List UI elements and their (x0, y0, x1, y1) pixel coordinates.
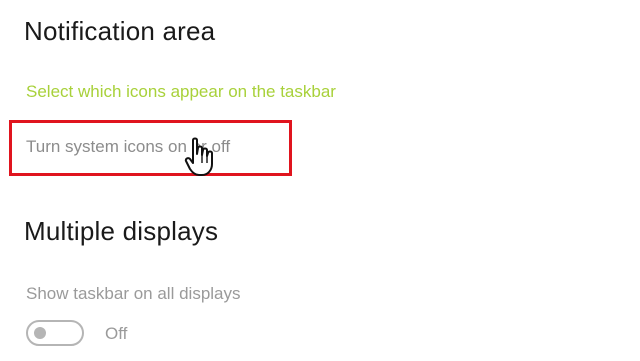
show-taskbar-all-displays-label: Show taskbar on all displays (26, 284, 241, 303)
highlight-annotation-box (9, 120, 292, 176)
hand-pointer-icon (184, 137, 213, 176)
notification-area-heading: Notification area (24, 16, 216, 46)
multiple-displays-heading: Multiple displays (24, 216, 219, 246)
select-taskbar-icons-link[interactable]: Select which icons appear on the taskbar (26, 82, 336, 102)
show-taskbar-all-displays-toggle[interactable] (26, 320, 84, 346)
toggle-knob (34, 327, 46, 339)
toggle-state-label: Off (105, 324, 128, 343)
